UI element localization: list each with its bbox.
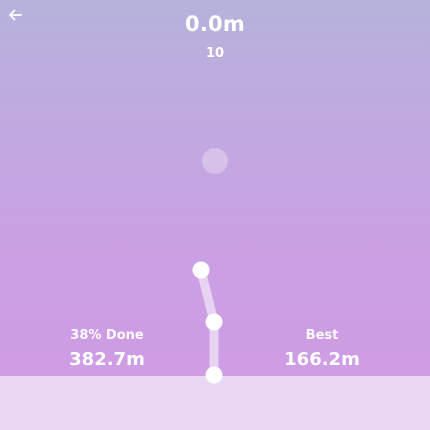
game-screen[interactable]: 0.0m 10 38% Done 382.7m Best 166.2m — [0, 0, 430, 430]
foot-layer — [205, 366, 223, 384]
foot-joint[interactable] — [205, 366, 223, 384]
